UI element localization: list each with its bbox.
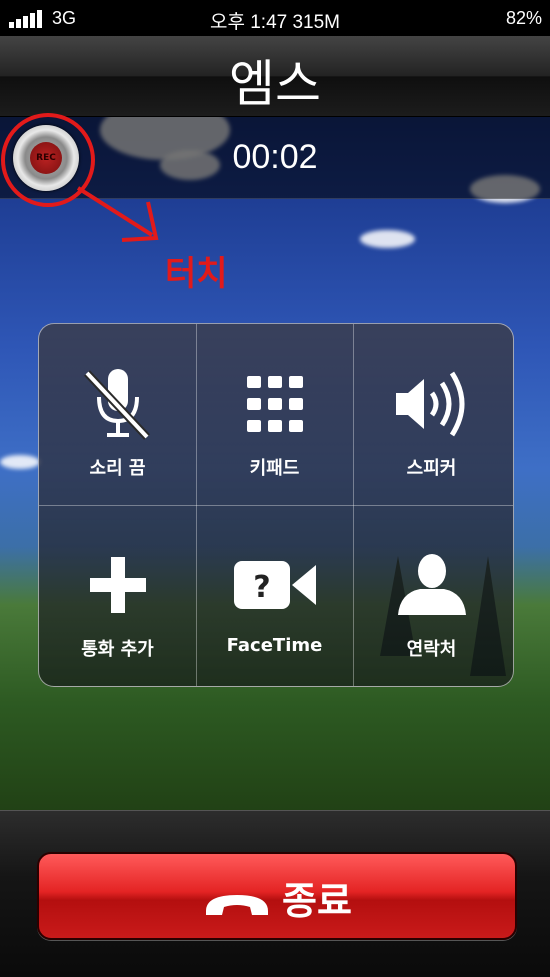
facetime-icon: ? [196, 545, 353, 625]
status-time: 오후 1:47 315M [209, 12, 341, 33]
cloud [0, 455, 40, 469]
caller-header: 엠스 [0, 36, 550, 117]
add-call-button[interactable]: 통화 추가 [39, 505, 196, 686]
speaker-icon [353, 364, 510, 444]
mute-button[interactable]: 소리 끔 [39, 324, 196, 505]
mute-label: 소리 끔 [89, 458, 146, 479]
end-call-label: 종료 [282, 879, 352, 923]
keypad-label: 키패드 [249, 458, 300, 479]
end-call-icon [206, 894, 269, 915]
status-bar: 3G 오후 1:47 315M 82% [0, 0, 550, 36]
end-call-button[interactable]: 종료 [37, 852, 517, 940]
battery-level: 82% [505, 8, 542, 28]
contacts-button[interactable]: 연락처 [353, 505, 510, 686]
facetime-label: FaceTime [226, 635, 323, 656]
speaker-label: 스피커 [406, 458, 457, 479]
annotation-arrow-icon [76, 186, 159, 242]
speaker-button[interactable]: 스피커 [353, 324, 510, 505]
annotation-text: 터치 [165, 254, 228, 294]
keypad-icon [196, 364, 353, 444]
mute-icon [39, 364, 196, 444]
contacts-label: 연락처 [406, 639, 457, 660]
cloud [360, 230, 415, 248]
facetime-button[interactable]: ? FaceTime [196, 505, 353, 686]
add-call-icon [39, 545, 196, 625]
end-call-row: 종료 [39, 870, 515, 925]
add-call-label: 통화 추가 [81, 639, 154, 660]
svg-text:?: ? [253, 570, 270, 605]
keypad-button[interactable]: 키패드 [196, 324, 353, 505]
contacts-icon [353, 545, 510, 625]
call-options-panel: 소리 끔 키패드 스피커 통화 추가 ? FaceTime 연락처 [38, 323, 514, 687]
caller-name: 엠스 [229, 56, 321, 112]
